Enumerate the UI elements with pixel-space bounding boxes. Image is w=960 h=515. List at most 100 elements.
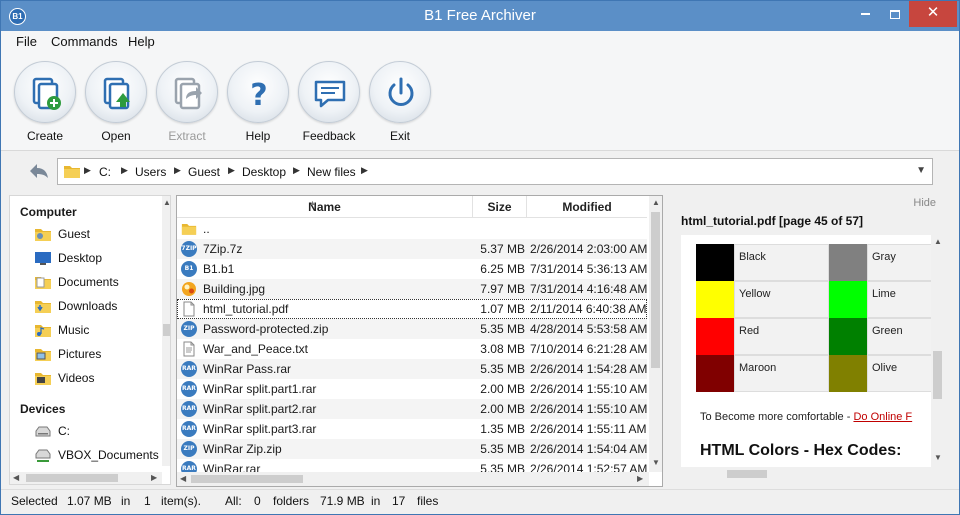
status-all-label: All: <box>225 494 242 508</box>
exit-button[interactable]: Exit <box>364 61 436 143</box>
menu-bar: File Commands Help <box>1 31 959 53</box>
sidebar-item-guest[interactable]: Guest <box>34 224 164 244</box>
sidebar-item-pictures[interactable]: Pictures <box>34 344 164 364</box>
create-button[interactable]: Create <box>9 61 81 143</box>
minimize-button[interactable] <box>851 1 879 27</box>
scroll-up-icon[interactable]: ▲ <box>163 198 170 207</box>
scroll-left-icon[interactable]: ◀ <box>180 474 186 483</box>
sidebar-item-documents[interactable]: Documents <box>34 272 164 292</box>
chevron-down-icon[interactable]: ▼ <box>916 165 926 176</box>
scroll-up-icon[interactable]: ▲ <box>652 198 660 207</box>
file-list-vertical-scrollbar[interactable]: ▲ ▼ <box>649 196 662 472</box>
navigation-pane: Computer Guest Desktop Documents Downloa… <box>9 195 171 485</box>
sidebar-vertical-scrollbar[interactable]: ▲ <box>162 196 170 466</box>
scroll-thumb[interactable] <box>26 474 118 482</box>
column-header-modified[interactable]: Modified <box>527 196 647 218</box>
table-row[interactable]: RAR WinRar split.part2.rar 2.00 MB 2/26/201… <box>177 399 647 419</box>
scroll-right-icon[interactable]: ▶ <box>637 474 643 483</box>
scroll-thumb[interactable] <box>651 212 660 368</box>
maximize-button[interactable] <box>881 1 909 27</box>
scroll-left-icon[interactable]: ◀ <box>13 473 19 482</box>
file-modified: 2/26/2014 1:55:10 AM <box>530 382 648 396</box>
table-row[interactable]: .. <box>177 219 647 239</box>
feedback-button[interactable]: Feedback <box>293 61 365 143</box>
zip-archive-icon: ZIP <box>181 321 197 337</box>
breadcrumb-c[interactable]: C: <box>99 165 111 179</box>
extract-button[interactable]: Extract <box>151 61 223 143</box>
breadcrumb-guest[interactable]: Guest <box>188 165 220 179</box>
rar-archive-icon: RAR <box>181 421 197 437</box>
sidebar-item-vbox-documents[interactable]: VBOX_Documents (E <box>34 445 164 465</box>
status-selected-count: 1 <box>144 494 151 508</box>
user-folder-icon <box>35 229 51 241</box>
table-row[interactable]: ZIP Password-protected.zip 5.35 MB 4/28/201… <box>177 319 647 339</box>
file-name: .. <box>203 222 210 236</box>
menu-commands[interactable]: Commands <box>51 34 117 49</box>
scroll-down-icon[interactable]: ▼ <box>652 458 660 467</box>
file-modified: 4/28/2014 5:53:58 AM <box>530 322 648 336</box>
file-size: 7.97 MB <box>480 282 525 296</box>
close-button[interactable]: ✕ <box>909 1 957 27</box>
help-button[interactable]: ? Help <box>222 61 294 143</box>
scroll-thumb[interactable] <box>191 475 303 483</box>
feedback-icon <box>314 80 346 108</box>
table-row[interactable]: 7ZIP 7Zip.7z 5.37 MB 2/26/2014 2:03:00 AM <box>177 239 647 259</box>
file-list-horizontal-scrollbar[interactable]: ◀ ▶ <box>177 472 649 486</box>
document-file-icon <box>181 301 197 317</box>
table-row[interactable]: RAR WinRar split.part1.rar 2.00 MB 2/26/201… <box>177 379 647 399</box>
status-selected-label: Selected <box>11 494 58 508</box>
color-swatch <box>696 318 734 355</box>
body-link[interactable]: Do Online F <box>853 411 912 423</box>
feedback-label: Feedback <box>302 129 356 143</box>
file-name: WinRar split.part3.rar <box>203 422 317 436</box>
preview-vertical-scrollbar[interactable]: ▲ ▼ <box>931 235 944 467</box>
color-name: Black <box>734 244 829 281</box>
sidebar-item-drive-c[interactable]: C: <box>34 421 164 441</box>
sidebar-item-downloads[interactable]: Downloads <box>34 296 164 316</box>
hide-preview-link[interactable]: Hide <box>913 197 936 209</box>
table-row[interactable]: RAR WinRar Pass.rar 5.35 MB 2/26/2014 1:54:… <box>177 359 647 379</box>
table-row[interactable]: B1 B1.b1 6.25 MB 7/31/2014 5:36:13 AM <box>177 259 647 279</box>
address-bar[interactable]: ▶ C: ▶ Users ▶ Guest ▶ Desktop ▶ New fil… <box>57 158 933 185</box>
file-name: WinRar split.part1.rar <box>203 382 317 396</box>
open-button[interactable]: Open <box>80 61 152 143</box>
scroll-thumb[interactable] <box>933 351 942 399</box>
file-type-badge: RAR <box>181 361 197 377</box>
table-row[interactable]: Building.jpg 7.97 MB 7/31/2014 4:16:48 AM <box>177 279 647 299</box>
sidebar-item-label: Videos <box>58 371 95 385</box>
table-row[interactable]: html_tutorial.pdf 1.07 MB 2/11/2014 6:40:3… <box>177 299 647 319</box>
scroll-thumb[interactable] <box>163 324 170 336</box>
sidebar-item-videos[interactable]: Videos <box>34 368 164 388</box>
sidebar-item-desktop[interactable]: Desktop <box>34 248 164 268</box>
file-type-badge: B1 <box>181 261 197 277</box>
sidebar-horizontal-scrollbar[interactable]: ◀ ▶ <box>10 472 162 484</box>
table-row[interactable]: ZIP WinRar Zip.zip 5.35 MB 2/26/2014 1:54:0… <box>177 439 647 459</box>
file-modified: 2/26/2014 1:54:04 AM <box>530 442 648 456</box>
preview-horizontal-scrollbar[interactable] <box>681 467 931 481</box>
menu-help[interactable]: Help <box>128 34 155 49</box>
color-swatch <box>696 355 734 392</box>
column-header-size[interactable]: Size <box>473 196 527 218</box>
scroll-right-icon[interactable]: ▶ <box>151 473 157 482</box>
scroll-down-icon[interactable]: ▼ <box>934 453 942 462</box>
folder-icon <box>181 221 197 237</box>
breadcrumb-new-files[interactable]: New files <box>307 165 356 179</box>
sidebar-item-label: Music <box>58 323 90 337</box>
pdf-preview[interactable]: Black Gray Yellow Lime Red Green Maroon Olive T… <box>681 235 931 467</box>
column-header-name[interactable]: ▲ Name <box>177 196 473 218</box>
file-type-badge: RAR <box>181 421 197 437</box>
desktop-icon <box>35 252 51 265</box>
table-row[interactable]: War_and_Peace.txt 3.08 MB 7/10/2014 6:21:2… <box>177 339 647 359</box>
sidebar-item-music[interactable]: Music <box>34 320 164 340</box>
back-button[interactable] <box>27 161 51 181</box>
color-name: Maroon <box>734 355 829 392</box>
breadcrumb-users[interactable]: Users <box>135 165 166 179</box>
file-type-badge: ZIP <box>181 441 197 457</box>
table-row[interactable]: RAR WinRar split.part3.rar 1.35 MB 2/26/201… <box>177 419 647 439</box>
file-modified: 2/26/2014 2:03:00 AM <box>530 242 648 256</box>
breadcrumb-desktop[interactable]: Desktop <box>242 165 286 179</box>
title-bar[interactable]: B1 B1 Free Archiver ✕ <box>1 1 959 31</box>
scroll-up-icon[interactable]: ▲ <box>934 237 942 246</box>
scroll-thumb[interactable] <box>727 470 767 478</box>
menu-file[interactable]: File <box>16 34 37 49</box>
